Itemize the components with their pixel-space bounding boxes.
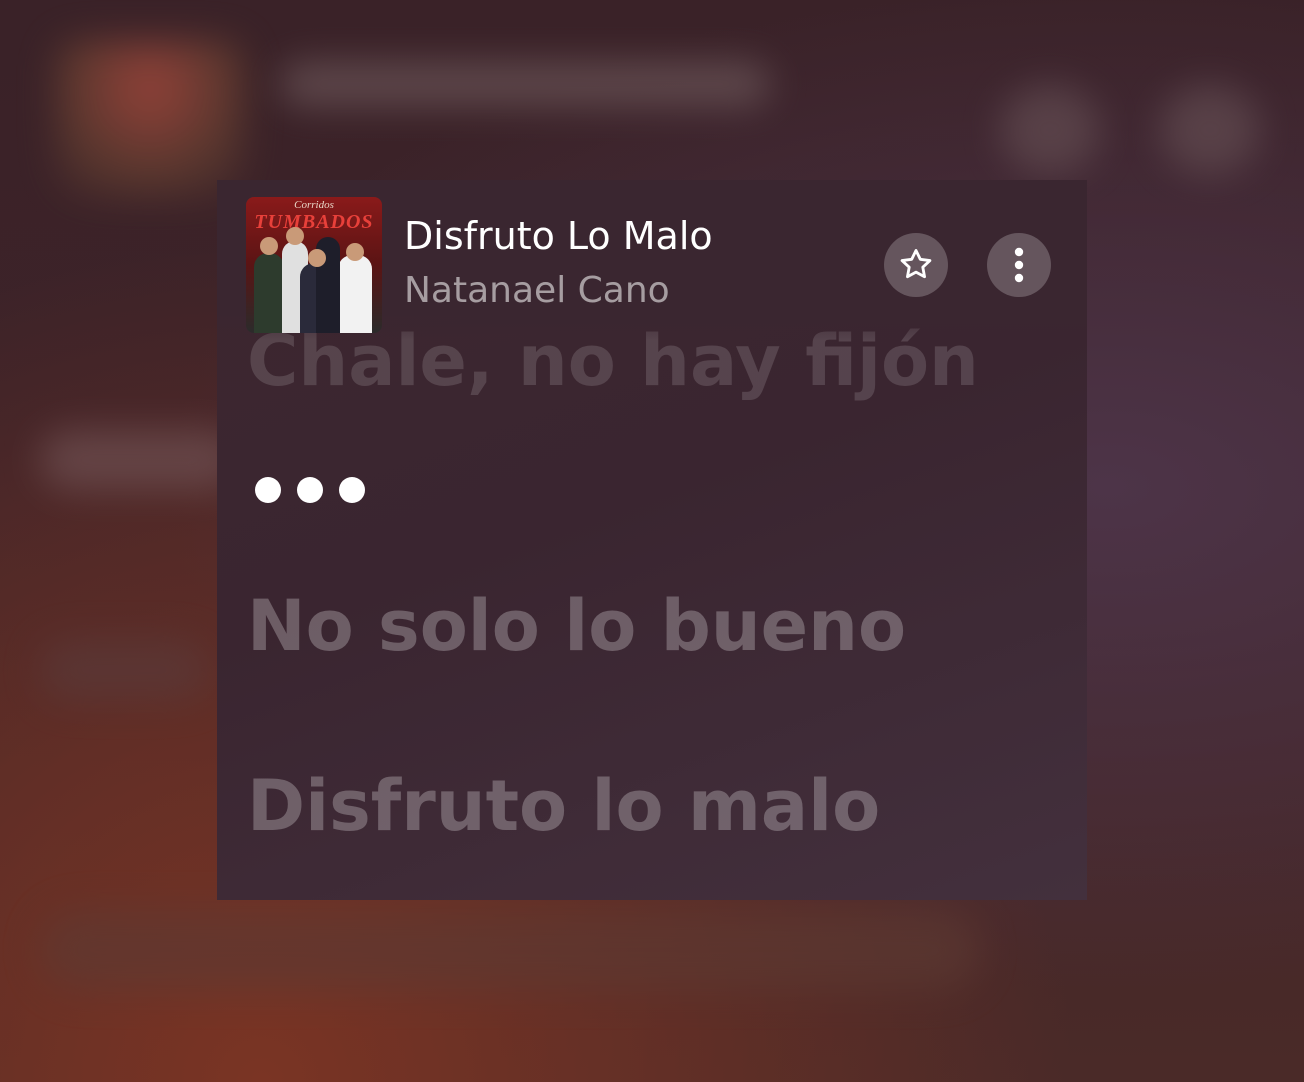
- background-blur-button: [1160, 85, 1260, 175]
- indicator-dot: [297, 477, 323, 503]
- lyric-line[interactable]: No solo lo bueno: [247, 585, 906, 667]
- background-blur-art: [55, 40, 245, 200]
- album-art-face: [308, 249, 326, 267]
- album-art-title: TUMBADOS: [254, 211, 374, 233]
- background-blur-title: [280, 62, 770, 106]
- lyric-line[interactable]: Disfruto lo malo: [247, 765, 880, 847]
- favorite-button[interactable]: [884, 233, 948, 297]
- indicator-dot: [255, 477, 281, 503]
- instrumental-indicator: [255, 477, 365, 503]
- album-art-figure: [338, 255, 372, 333]
- more-options-button[interactable]: [987, 233, 1051, 297]
- indicator-dot: [339, 477, 365, 503]
- album-art-subtitle: Corridos: [294, 199, 334, 211]
- background-blur-element: [40, 640, 210, 700]
- more-vertical-icon: [1014, 247, 1024, 283]
- now-playing-header: Corridos TUMBADOS Disfruto Lo Malo Natan…: [217, 180, 1087, 340]
- album-art-face: [346, 243, 364, 261]
- background-blur-element: [40, 430, 240, 490]
- album-art-figure: [254, 253, 284, 333]
- album-art[interactable]: Corridos TUMBADOS: [246, 197, 382, 333]
- song-title[interactable]: Disfruto Lo Malo: [404, 214, 713, 258]
- album-art-face: [260, 237, 278, 255]
- artist-name[interactable]: Natanael Cano: [404, 270, 670, 311]
- star-outline-icon: [900, 249, 932, 279]
- background-blur-controls: [40, 910, 980, 990]
- lyrics-panel: Chale, no hay fijón Corridos TUMBADOS Di…: [217, 180, 1087, 900]
- album-art-face: [286, 227, 304, 245]
- background-blur-button: [1000, 85, 1100, 175]
